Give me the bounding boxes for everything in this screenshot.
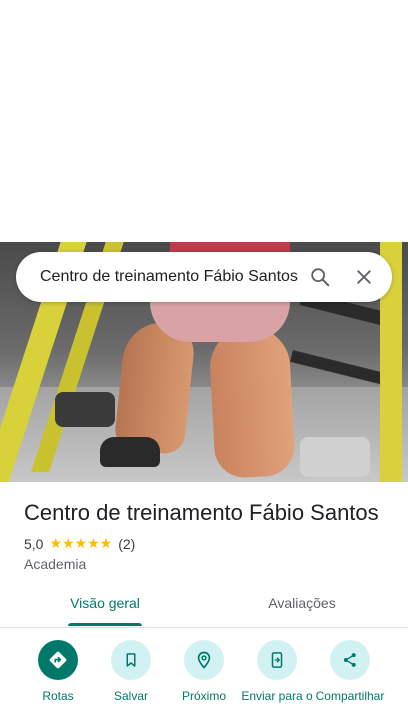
share-label: Compartilhar	[315, 689, 385, 703]
rating-row[interactable]: 5,0 ★★★★★ (2)	[24, 535, 135, 552]
tab-reviews[interactable]: Avaliações	[242, 580, 362, 626]
photo-machine-seat	[300, 437, 370, 477]
photo-leg	[208, 325, 296, 479]
map-blank-area	[0, 0, 408, 242]
directions-label: Rotas	[42, 689, 74, 703]
nearby-icon	[184, 640, 224, 680]
search-icon[interactable]	[298, 255, 342, 299]
rating-value: 5,0	[24, 535, 44, 552]
bookmark-icon	[111, 640, 151, 680]
nearby-button[interactable]: Próximo	[167, 640, 241, 703]
send-to-phone-icon	[257, 640, 297, 680]
save-label: Salvar	[113, 689, 148, 703]
send-to-phone-button[interactable]: Enviar para o	[240, 640, 314, 703]
place-category: Academia	[24, 556, 87, 572]
save-button[interactable]: Salvar	[94, 640, 168, 703]
directions-icon	[38, 640, 78, 680]
photo-shoe	[100, 437, 160, 467]
share-icon	[330, 640, 370, 680]
nearby-label: Próximo	[181, 689, 226, 703]
tab-selected-indicator	[68, 623, 142, 626]
share-button[interactable]: Compartilhar	[313, 640, 387, 703]
review-count: (2)	[118, 535, 136, 552]
star-rating-icon: ★★★★★	[49, 535, 113, 551]
photo-machine-seat	[55, 392, 115, 427]
tab-overview[interactable]: Visão geral	[45, 580, 165, 626]
close-icon[interactable]	[342, 255, 386, 299]
search-bar[interactable]: Centro de treinamento Fábio Santos	[16, 252, 392, 302]
search-input[interactable]: Centro de treinamento Fábio Santos	[16, 268, 298, 286]
directions-button[interactable]: Rotas	[21, 640, 95, 703]
tab-bar: Visão geral Avaliações	[0, 580, 408, 628]
photo-machine-bar	[290, 350, 390, 386]
place-title: Centro de treinamento Fábio Santos	[24, 500, 379, 525]
send-to-phone-label: Enviar para o	[241, 689, 313, 703]
